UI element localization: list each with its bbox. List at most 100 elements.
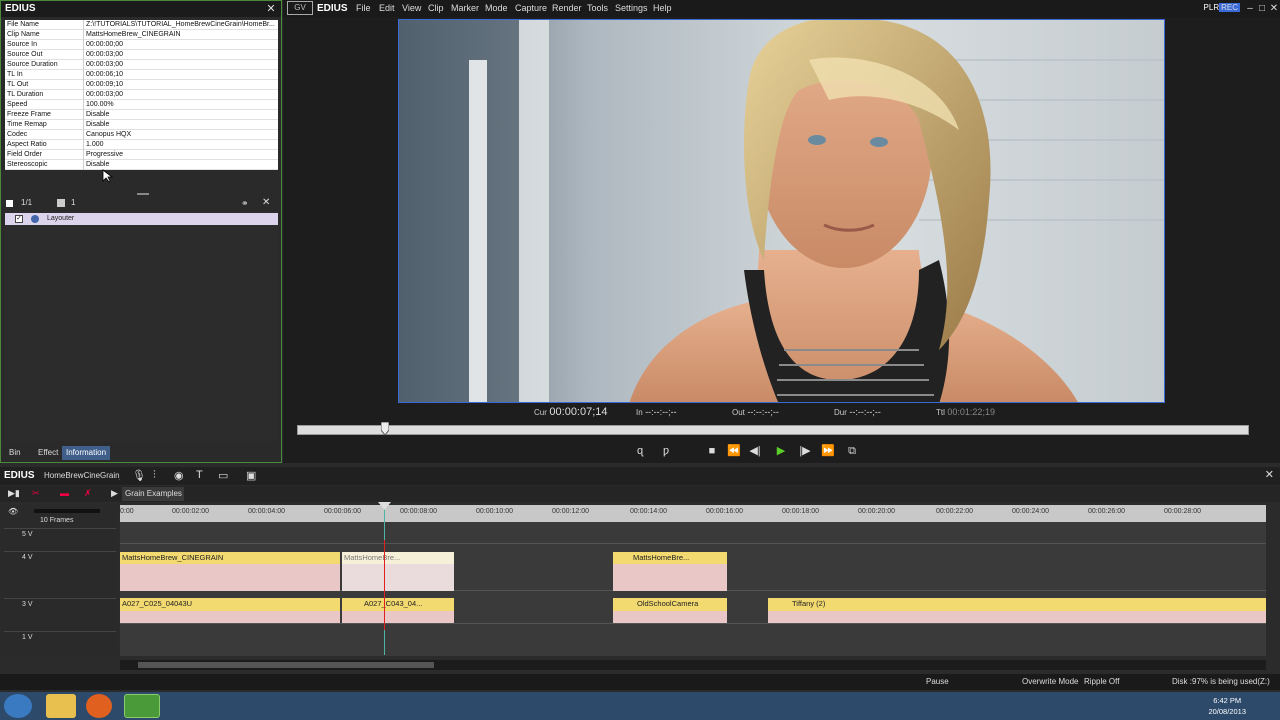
windows-taskbar: 6:42 PM 20/08/2013 xyxy=(0,692,1280,720)
clip-a027-c043[interactable]: A027_C043_04... xyxy=(342,598,454,611)
title-icon[interactable]: T xyxy=(196,469,203,481)
menu-edit[interactable]: Edit xyxy=(379,0,395,17)
clip-matts-selected[interactable]: MattsHomeBre... xyxy=(342,552,454,564)
zoom-slider[interactable] xyxy=(34,509,100,513)
delete-icon[interactable]: ▬ xyxy=(60,488,69,498)
info-row: Source Duration 00:00:03;00 xyxy=(5,60,278,70)
clip-a027-c025-body[interactable] xyxy=(120,611,340,623)
link-icon[interactable]: ⚭ xyxy=(241,196,249,210)
menu-clip[interactable]: Clip xyxy=(428,0,444,17)
mic-icon[interactable]: 🎙 xyxy=(132,469,146,482)
close-icon[interactable]: ✕ xyxy=(265,1,277,17)
menu-help[interactable]: Help xyxy=(653,0,672,17)
track-3v[interactable]: 3 V xyxy=(4,598,116,630)
mixer-icon[interactable]: ⫶ xyxy=(153,469,156,482)
clip-oldschoolcamera-body[interactable] xyxy=(613,611,727,623)
menu-mode[interactable]: Mode xyxy=(485,0,508,17)
menu-marker[interactable]: Marker xyxy=(451,0,479,17)
firefox-icon[interactable] xyxy=(86,694,112,718)
set-in-icon[interactable]: ɋ xyxy=(633,443,647,459)
cut-icon[interactable]: ✂ xyxy=(32,488,40,499)
ripple-delete-icon[interactable]: ✗ xyxy=(84,488,92,499)
menu-settings[interactable]: Settings xyxy=(615,0,648,17)
step-back-icon[interactable]: ◀| xyxy=(747,443,763,459)
track-row-1v[interactable] xyxy=(120,625,1266,656)
edius-taskbar-icon[interactable] xyxy=(124,694,160,718)
tab-bin[interactable]: Bin xyxy=(5,446,25,460)
clip-matts-cinegrain-body[interactable] xyxy=(120,564,340,591)
explorer-icon[interactable] xyxy=(46,694,76,718)
close-window-icon[interactable]: ✕ xyxy=(1268,0,1280,17)
track-row-5v[interactable] xyxy=(120,522,1266,544)
menu-render[interactable]: Render xyxy=(552,0,582,17)
menu-capture[interactable]: Capture xyxy=(515,0,547,17)
minimize-icon[interactable]: – xyxy=(1244,0,1256,17)
export-icon[interactable]: ▭ xyxy=(218,469,228,482)
checkbox-icon[interactable] xyxy=(6,200,13,207)
menu-tools[interactable]: Tools xyxy=(587,0,608,17)
menu-view[interactable]: View xyxy=(402,0,421,17)
info-empty-area xyxy=(5,169,278,195)
clip-matts-cinegrain[interactable]: MattsHomeBrew_CINEGRAIN xyxy=(120,552,340,564)
info-key: Codec xyxy=(7,131,28,138)
position-slider[interactable] xyxy=(297,425,1249,435)
slider-handle[interactable] xyxy=(381,422,389,436)
step-forward-icon[interactable]: |▶ xyxy=(797,443,813,459)
track-row-4v[interactable]: MattsHomeBrew_CINEGRAIN MattsHomeBre... … xyxy=(120,545,1266,591)
sequence-tab[interactable]: Grain Examples xyxy=(122,487,184,501)
timeline-tracks[interactable]: MattsHomeBrew_CINEGRAIN MattsHomeBre... … xyxy=(120,522,1266,656)
clock-date: 20/08/2013 xyxy=(1208,707,1246,716)
clip-oldschoolcamera[interactable]: OldSchoolCamera xyxy=(613,598,727,611)
delete-effect-icon[interactable]: ✕ xyxy=(262,196,270,210)
seq-arrow-icon[interactable]: ▶ xyxy=(111,488,118,499)
stop-icon[interactable]: ■ xyxy=(705,443,719,459)
track-label: 3 V xyxy=(22,601,33,608)
effect-enabled-checkbox[interactable]: ✓ xyxy=(15,215,23,223)
track-5v[interactable]: 5 V xyxy=(4,528,116,550)
scrollbar-thumb[interactable] xyxy=(138,662,434,668)
out-timecode: Out --:--:--;-- xyxy=(732,405,779,420)
timeline-scrollbar[interactable] xyxy=(120,660,1266,670)
time-ruler[interactable]: 0:00 00:00:02:00 00:00:04:00 00:00:06:00… xyxy=(120,505,1266,522)
tab-information[interactable]: Information xyxy=(62,446,111,460)
splitter-handle[interactable] xyxy=(137,193,149,195)
layout-icon[interactable]: ▣ xyxy=(246,469,256,482)
info-value: 00:00:00;00 xyxy=(83,40,277,50)
plr-rec-switch[interactable]: PLR REC xyxy=(1204,2,1240,14)
clip-a027-c025[interactable]: A027_C025_04043U xyxy=(120,598,340,611)
clip-matts-selected-body[interactable] xyxy=(342,564,454,591)
set-out-icon[interactable]: ƿ xyxy=(659,443,673,459)
clip-a027-c043-body[interactable] xyxy=(342,611,454,623)
info-value: Disable xyxy=(83,120,277,130)
track-4v[interactable]: 4 V xyxy=(4,551,116,597)
clip-matts-third[interactable]: MattsHomeBre... xyxy=(613,552,727,564)
track-row-3v[interactable]: A027_C025_04043U A027_C043_04... OldScho… xyxy=(120,592,1266,624)
info-value: Progressive xyxy=(83,150,277,160)
clip-tiffany[interactable]: Tiffany (2) xyxy=(768,598,1266,611)
mode-icon[interactable]: ▶▮ xyxy=(8,488,20,499)
rec-label[interactable]: REC xyxy=(1219,3,1240,12)
play-icon[interactable]: ▶ xyxy=(773,443,789,459)
timeline-close-icon[interactable]: ✕ xyxy=(1265,468,1274,481)
fast-forward-icon[interactable]: ⏩ xyxy=(819,443,837,459)
menu-file[interactable]: File xyxy=(356,0,371,17)
start-button-icon[interactable] xyxy=(4,694,32,718)
rewind-icon[interactable]: ⏪ xyxy=(725,443,743,459)
loop-icon[interactable]: ⧉ xyxy=(843,443,861,459)
video-preview[interactable] xyxy=(398,19,1165,403)
maximize-icon[interactable]: □ xyxy=(1256,0,1268,17)
record-icon[interactable]: ◉ xyxy=(174,469,184,482)
effect-item-layouter[interactable]: ✓ Layouter xyxy=(5,213,278,225)
track-1v[interactable]: 1 V xyxy=(4,631,116,653)
playhead-handle[interactable] xyxy=(378,502,391,511)
clip-tiffany-body[interactable] xyxy=(768,611,1266,623)
plr-label[interactable]: PLR xyxy=(1204,3,1220,12)
cur-label: Cur xyxy=(534,408,547,417)
info-value: 00:00:09;10 xyxy=(83,80,277,90)
zoom-scale: 10 Frames xyxy=(40,517,74,524)
clip-matts-third-body[interactable] xyxy=(613,564,727,591)
status-bar: Pause Overwrite Mode Ripple Off Disk :97… xyxy=(0,674,1280,690)
eye-icon[interactable]: 👁 xyxy=(8,507,18,516)
tab-effect[interactable]: Effect xyxy=(34,446,62,460)
info-row: Aspect Ratio 1.000 xyxy=(5,140,278,150)
